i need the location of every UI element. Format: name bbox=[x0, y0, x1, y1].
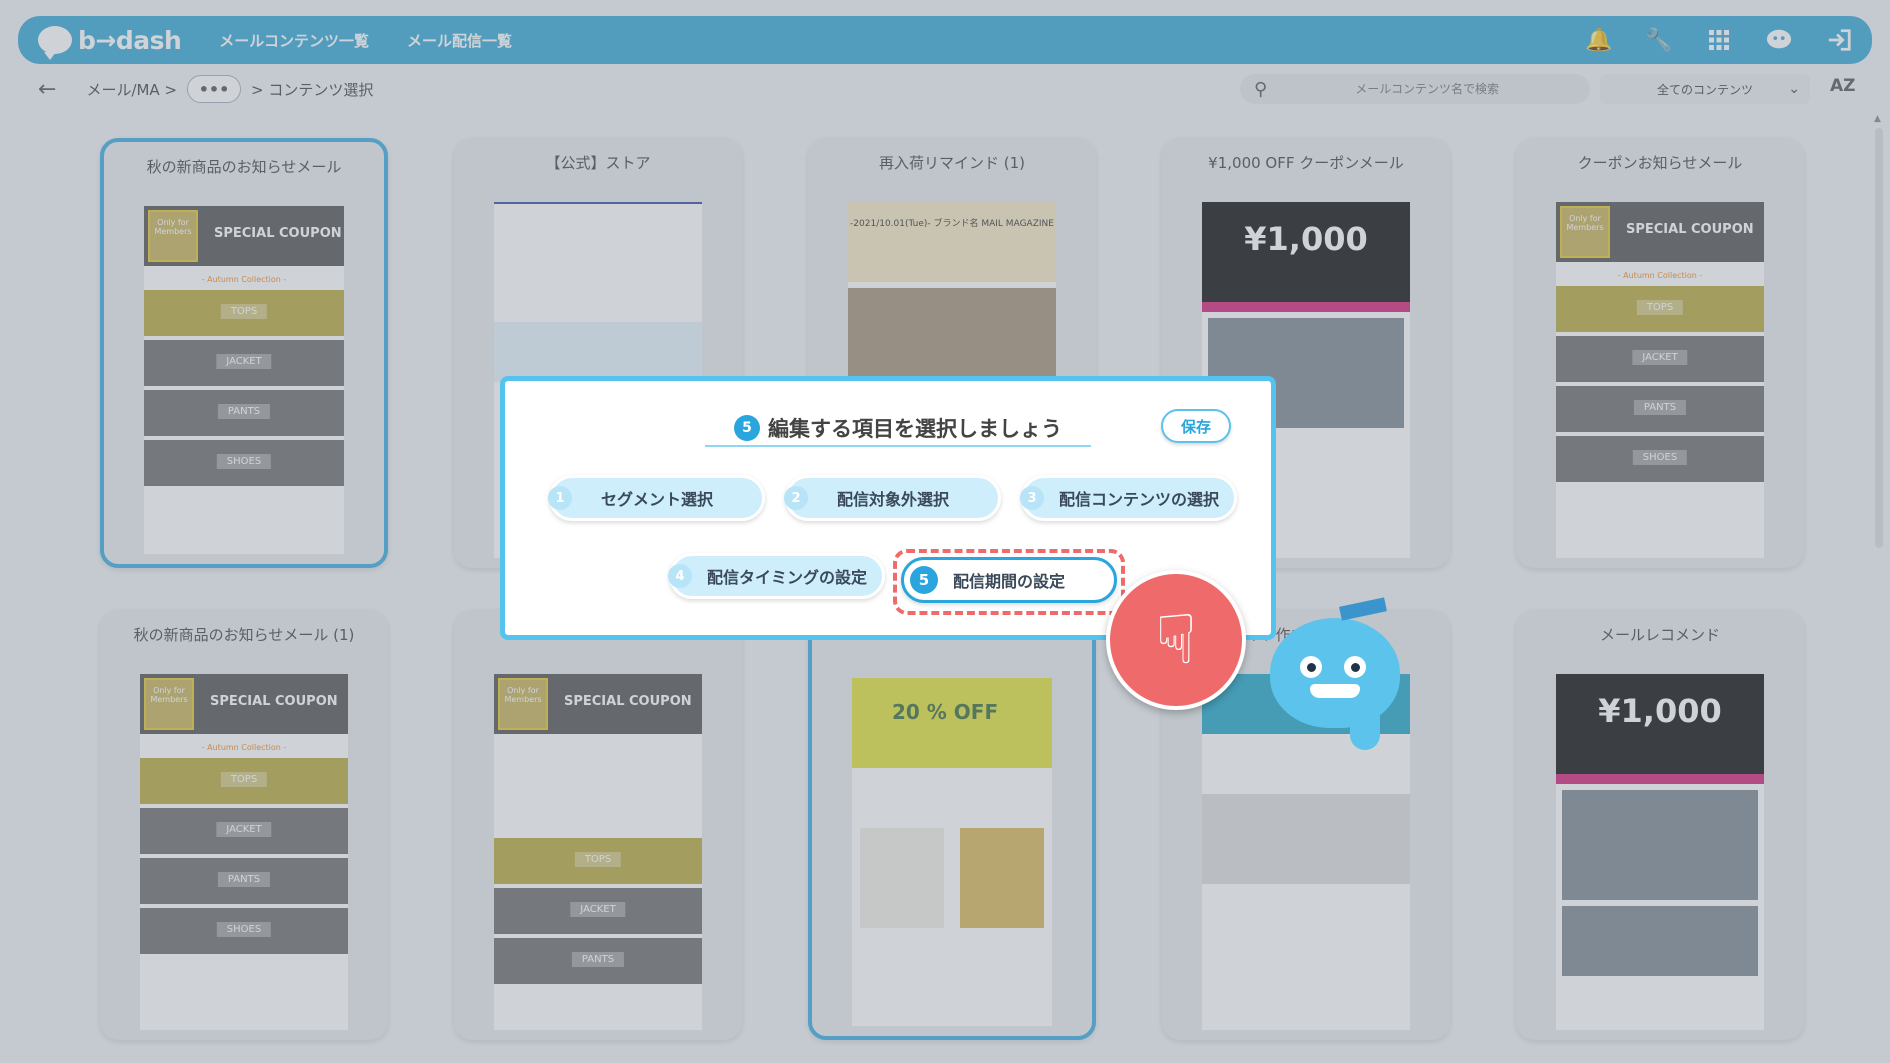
scroll-thumb[interactable] bbox=[1875, 128, 1883, 548]
save-button[interactable]: 保存 bbox=[1161, 409, 1231, 443]
step-segment-button[interactable]: 1 セグメント選択 bbox=[548, 475, 765, 521]
step-timing-button[interactable]: 4 配信タイミングの設定 bbox=[668, 553, 885, 599]
step-exclusion-button[interactable]: 2 配信対象外選択 bbox=[784, 475, 1001, 521]
step-label: 配信コンテンツの選択 bbox=[1058, 490, 1219, 509]
step-period-button[interactable]: 5 配信期間の設定 bbox=[901, 557, 1117, 603]
modal-title: 5 編集する項目を選択しましょう bbox=[705, 411, 1091, 447]
mascot-character bbox=[1270, 597, 1400, 728]
pointing-hand-icon: ☟ bbox=[1106, 570, 1246, 710]
mascot-tail bbox=[1350, 710, 1380, 750]
modal-title-text: 編集する項目を選択しましょう bbox=[768, 417, 1062, 441]
step-number: 1 bbox=[548, 486, 572, 510]
step-number: 3 bbox=[1020, 486, 1044, 510]
step-number-badge: 5 bbox=[734, 415, 760, 441]
step-number: 5 bbox=[910, 566, 938, 594]
step-number: 4 bbox=[668, 564, 692, 588]
step-number: 2 bbox=[784, 486, 808, 510]
step-label: 配信タイミングの設定 bbox=[706, 568, 867, 587]
step-label: 配信対象外選択 bbox=[836, 490, 949, 509]
step-content-button[interactable]: 3 配信コンテンツの選択 bbox=[1020, 475, 1237, 521]
step-label: セグメント選択 bbox=[600, 490, 713, 509]
step-label: 配信期間の設定 bbox=[952, 572, 1065, 591]
scroll-up-icon[interactable]: ▲ bbox=[1874, 114, 1881, 124]
scrollbar[interactable]: ▲ bbox=[1872, 114, 1886, 1059]
